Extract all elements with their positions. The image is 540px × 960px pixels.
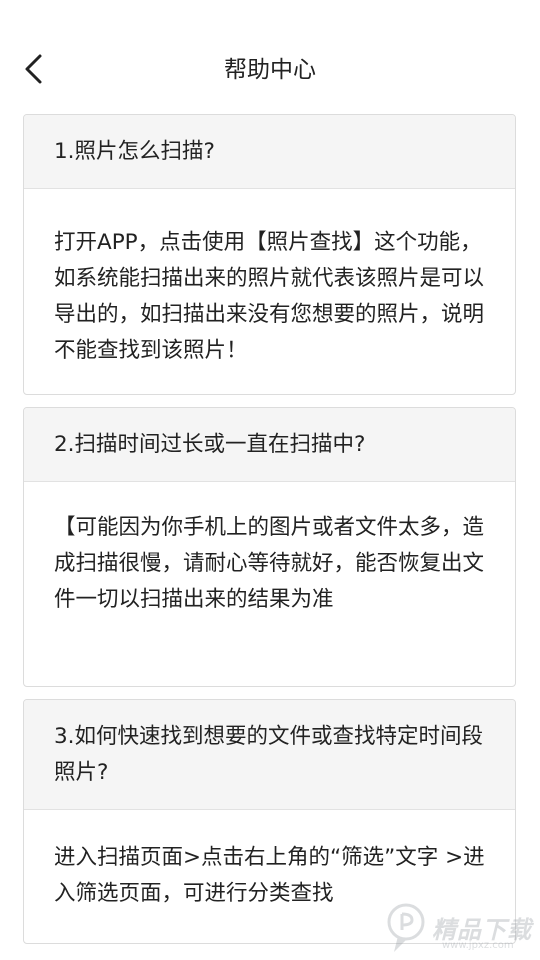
faq-answer-2: 【可能因为你手机上的图片或者文件太多，造成扫描很慢，请耐心等待就好，能否恢复出文… — [54, 515, 485, 612]
faq-question-text: 1.照片怎么扫描? — [54, 138, 215, 164]
faq-question-text: 3.如何快速找到想要的文件或查找特定时间段照片? — [54, 723, 484, 785]
watermark-sub: www.jpxz.com — [442, 940, 514, 951]
faq-question-3[interactable]: 3.如何快速找到想要的文件或查找特定时间段照片? — [24, 700, 515, 810]
faq-card-2: 2.扫描时间过长或一直在扫描中? 【可能因为你手机上的图片或者文件太多，造成扫描… — [23, 407, 516, 687]
faq-card-1: 1.照片怎么扫描? 打开APP，点击使用【照片查找】这个功能，如系统能扫描出来的… — [23, 114, 516, 395]
faq-answer-1: 打开APP，点击使用【照片查找】这个功能，如系统能扫描出来的照片就代表该照片是可… — [54, 230, 485, 363]
watermark-logo-icon — [387, 903, 425, 952]
faq-question-2[interactable]: 2.扫描时间过长或一直在扫描中? — [24, 408, 515, 482]
faq-question-1[interactable]: 1.照片怎么扫描? — [24, 115, 515, 189]
watermark: 精品下载 www.jpxz.com — [380, 896, 540, 960]
header: 帮助中心 — [0, 0, 540, 114]
faq-question-text: 2.扫描时间过长或一直在扫描中? — [54, 431, 366, 457]
page-title: 帮助中心 — [224, 57, 316, 83]
